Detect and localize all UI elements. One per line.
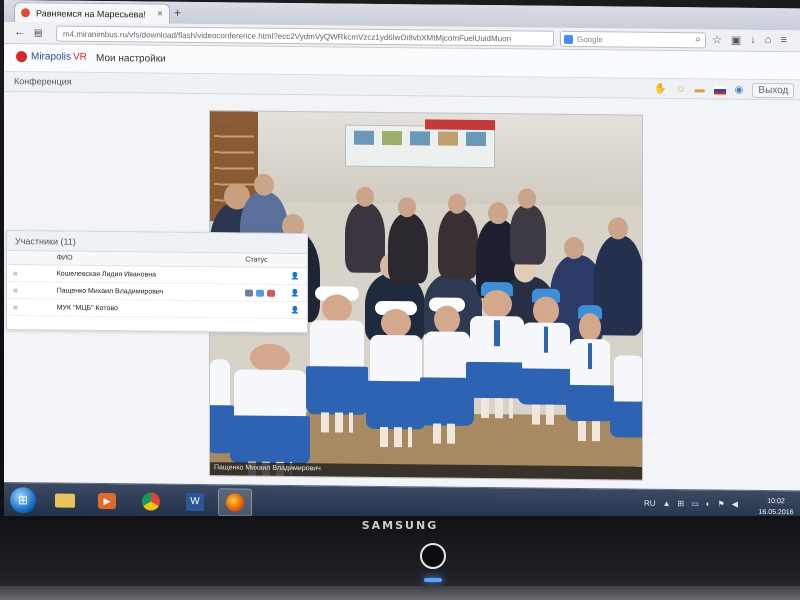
my-settings-link[interactable]: Мои настройки: [96, 53, 166, 65]
volume-icon[interactable]: ◀: [732, 500, 738, 509]
media-player-icon[interactable]: ▶: [90, 487, 124, 515]
child-figure: [610, 343, 643, 473]
participants-panel: Участники (11) ФИО Статус ≡ Кошелевская …: [6, 230, 308, 334]
search-placeholder: Google: [577, 35, 603, 45]
column-header-status[interactable]: Статус: [241, 253, 283, 266]
logo-suffix: VR: [73, 51, 87, 63]
participant-name: Кошелевская Лидия Ивановна: [56, 270, 156, 279]
child-figure: [566, 305, 614, 477]
monitor-screen: Равняемся на Маресьева! × + ← ▤ m4.miran…: [4, 0, 800, 525]
tray-expand-icon[interactable]: ▲: [663, 499, 671, 508]
logo-text: Mirapolis: [31, 51, 72, 63]
display-icon[interactable]: ▭: [691, 499, 699, 508]
flag-icon[interactable]: ⚑: [718, 499, 725, 508]
participant-avatar-icon: 👤: [290, 290, 300, 298]
page-info-icon[interactable]: ▤: [34, 27, 43, 38]
close-tab-icon[interactable]: ×: [157, 9, 163, 20]
browser-tab[interactable]: Равняемся на Маресьева! ×: [14, 2, 170, 24]
microphone-icon[interactable]: [245, 289, 254, 297]
drag-handle-icon[interactable]: ≡: [7, 303, 53, 312]
exit-button[interactable]: Выход: [752, 82, 795, 99]
participant-name: МУК "МЦБ" Котово: [56, 304, 118, 312]
back-arrow-icon[interactable]: ←: [14, 26, 25, 38]
child-figure: [209, 347, 234, 477]
emoji-icon[interactable]: ☺: [675, 84, 685, 95]
child-figure: [420, 297, 474, 469]
search-icon[interactable]: ⌕: [695, 34, 701, 45]
search-input[interactable]: Google ⌕: [560, 30, 706, 49]
conference-toolbar: ✋ ☺ ▬ ◉ Выход: [654, 82, 795, 99]
search-engine-icon: [564, 34, 573, 44]
camera-icon[interactable]: [256, 289, 265, 297]
clipboard-icon[interactable]: ▣: [731, 34, 741, 47]
participant-avatar-icon: 👤: [290, 307, 300, 315]
conference-content: Пащенко Михаил Владимирович Участники (1…: [4, 92, 800, 491]
menu-icon[interactable]: ≡: [780, 34, 786, 47]
bookmark-star-icon[interactable]: ☆: [712, 33, 722, 46]
power-button[interactable]: [420, 543, 446, 569]
windows-start-icon[interactable]: ⊞: [10, 487, 36, 514]
download-icon[interactable]: ↓: [750, 34, 756, 47]
monitor-brand: SAMSUNG: [361, 519, 439, 532]
network-icon[interactable]: ◐: [706, 499, 711, 508]
participant-row[interactable]: ≡ МУК "МЦБ" Котово 👤: [7, 299, 307, 320]
child-figure: [306, 286, 368, 479]
help-icon[interactable]: ◉: [735, 85, 744, 96]
child-figure: [466, 281, 528, 475]
drag-handle-icon[interactable]: ≡: [7, 269, 53, 278]
app-logo[interactable]: Mirapolis VR: [16, 51, 87, 63]
participant-status: [241, 289, 283, 297]
file-explorer-icon[interactable]: [48, 486, 82, 514]
presenter-icon[interactable]: [267, 289, 276, 297]
logo-icon: [16, 51, 27, 63]
monitor-stand: [0, 586, 800, 600]
conference-title: Конференция: [14, 76, 72, 87]
display-board-image: [345, 124, 495, 169]
system-tray: RU ▲ ⊞ ▭ ◐ ⚑ ◀: [644, 499, 738, 509]
chrome-icon[interactable]: [134, 487, 168, 515]
clock-time: 10:02: [767, 497, 785, 506]
url-text: m4.miranimbus.ru/vfs/download/flash/vide…: [63, 29, 512, 44]
address-bar[interactable]: m4.miranimbus.ru/vfs/download/flash/vide…: [56, 25, 554, 47]
child-figure: [518, 288, 574, 471]
participant-name: Пащенко Михаил Владимирович: [56, 287, 164, 296]
participant-avatar-icon: 👤: [290, 273, 300, 281]
taskbar-clock[interactable]: 10:02 16.05.2016: [756, 496, 796, 518]
word-icon[interactable]: W: [178, 488, 212, 516]
column-header-name[interactable]: ФИО: [53, 252, 242, 267]
russian-flag-icon[interactable]: [713, 85, 726, 95]
browser-toolbar: ☆ ▣ ↓ ⌂ ≡: [712, 33, 787, 47]
folder-icon[interactable]: ▬: [695, 84, 705, 95]
language-indicator[interactable]: RU: [644, 499, 656, 508]
new-tab-button[interactable]: +: [174, 6, 181, 20]
hand-raise-icon[interactable]: ✋: [654, 84, 666, 95]
favicon-icon: [21, 8, 30, 18]
windows-flag-icon[interactable]: ⊞: [677, 499, 684, 508]
tab-title: Равняемся на Маресьева!: [36, 7, 146, 19]
firefox-icon[interactable]: [218, 488, 252, 517]
drag-handle-icon[interactable]: ≡: [7, 286, 53, 295]
banner-image: [425, 119, 495, 131]
child-figure: [366, 300, 426, 474]
home-icon[interactable]: ⌂: [765, 34, 772, 47]
power-led: [424, 578, 442, 582]
